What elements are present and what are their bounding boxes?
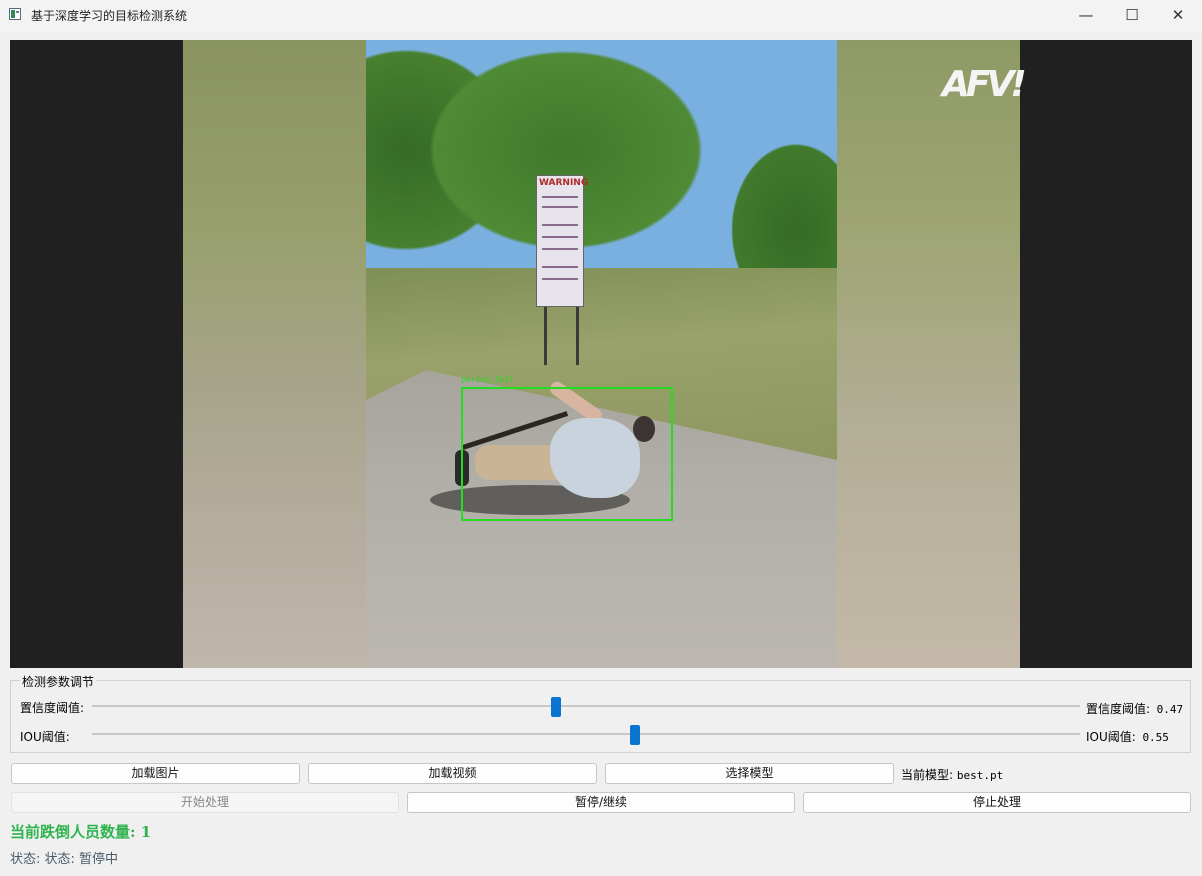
start-button[interactable]: 开始处理 [11,792,399,813]
iou-label: IOU阈值: [20,730,70,744]
watermark-logo: AFV! [942,64,1027,105]
detection-box [461,387,673,521]
load-image-button[interactable]: 加载图片 [11,763,300,784]
title-bar: 基于深度学习的目标检测系统 — ☐ ✕ [0,0,1202,32]
video-frame: WARNING [366,40,837,668]
minimize-button[interactable]: — [1063,0,1109,32]
fall-count: 当前跌倒人员数量: 1 [10,823,152,841]
confidence-value: 置信度阈值: 0.47 [1086,702,1184,716]
warning-sign: WARNING [536,175,588,307]
trees [366,40,837,290]
iou-slider[interactable] [92,725,1080,745]
window-title: 基于深度学习的目标检测系统 [31,9,188,23]
sign-heading: WARNING [539,178,589,188]
video-display: WARNING person_fall AFV! [10,40,1192,668]
status-text: 状态: 状态: 暂停中 [10,852,119,867]
confidence-slider[interactable] [92,697,1080,717]
app-icon [9,8,21,20]
iou-value: IOU阈值: 0.55 [1086,730,1169,744]
video-blur-right [837,40,1020,668]
confidence-label: 置信度阈值: [20,701,85,715]
stop-button[interactable]: 停止处理 [803,792,1191,813]
load-video-button[interactable]: 加载视频 [308,763,597,784]
confidence-slider-thumb[interactable] [551,697,562,717]
maximize-button[interactable]: ☐ [1109,0,1155,32]
select-model-button[interactable]: 选择模型 [605,763,894,784]
current-model: 当前模型: best.pt [901,768,1004,782]
detection-label: person_fall [461,375,514,384]
close-button[interactable]: ✕ [1155,0,1201,32]
params-group-title: 检测参数调节 [20,673,97,690]
video-blur-left [183,40,366,668]
iou-slider-thumb[interactable] [630,725,641,745]
pause-resume-button[interactable]: 暂停/继续 [407,792,795,813]
model-name: best.pt [956,769,1004,782]
